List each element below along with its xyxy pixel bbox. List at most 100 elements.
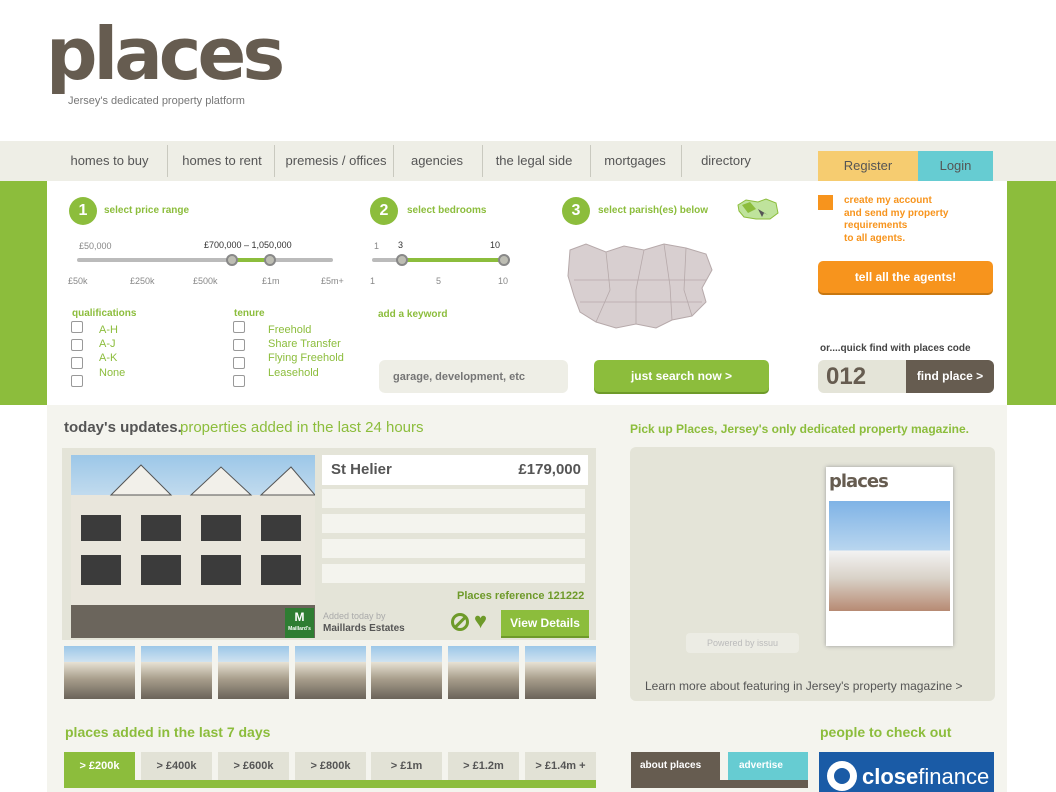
qualification-checkbox[interactable] bbox=[71, 321, 83, 333]
week-title: places added in the last 7 days bbox=[65, 724, 271, 740]
hide-icon[interactable] bbox=[451, 613, 469, 631]
nav-agencies[interactable]: agencies bbox=[400, 141, 474, 181]
favourite-heart-icon[interactable]: ♥ bbox=[474, 609, 487, 633]
price-tick: £500k bbox=[193, 276, 218, 286]
price-tick: £1m bbox=[262, 276, 280, 286]
step-2-badge: 2 bbox=[370, 197, 398, 225]
mini-map-icon[interactable] bbox=[736, 197, 780, 223]
step-2-label: select bedrooms bbox=[407, 205, 487, 216]
login-button[interactable]: Login bbox=[918, 151, 993, 181]
closefinance-word-close: close bbox=[862, 764, 919, 789]
people-title: people to check out bbox=[820, 724, 952, 740]
property-thumbnail[interactable] bbox=[295, 646, 366, 699]
agents-text-line: requirements bbox=[844, 220, 908, 231]
price-slider-track[interactable] bbox=[77, 258, 333, 262]
qualification-label: A-H bbox=[99, 324, 118, 336]
nav-directory[interactable]: directory bbox=[690, 141, 762, 181]
places-reference: Places reference 121222 bbox=[457, 590, 585, 602]
property-thumbnail[interactable] bbox=[218, 646, 289, 699]
agent-logo-text: Maillard's bbox=[288, 626, 311, 632]
nav-divider bbox=[274, 145, 275, 177]
featured-property-photo[interactable] bbox=[71, 455, 317, 638]
price-tab-200k[interactable]: > £200k bbox=[64, 752, 135, 780]
price-tab-800k[interactable]: > £800k bbox=[295, 752, 366, 780]
property-detail-row bbox=[322, 539, 585, 558]
advertise-tab[interactable]: advertise bbox=[728, 752, 808, 780]
price-tick: £50k bbox=[68, 276, 88, 286]
price-tab-1m[interactable]: > £1m bbox=[371, 752, 442, 780]
magazine-learn-more-link[interactable]: Learn more about featuring in Jersey's p… bbox=[645, 679, 962, 693]
agents-checkbox[interactable] bbox=[818, 195, 833, 210]
nav-divider bbox=[590, 145, 591, 177]
property-thumbnail[interactable] bbox=[64, 646, 135, 699]
price-tick: £250k bbox=[130, 276, 155, 286]
quickfind-label: or....quick find with places code bbox=[820, 343, 971, 354]
updates-subtitle: properties added in the last 24 hours bbox=[180, 419, 424, 436]
tenure-label: Flying Freehold bbox=[268, 352, 344, 364]
closefinance-banner[interactable]: closefinance bbox=[819, 752, 994, 792]
nav-divider bbox=[167, 145, 168, 177]
bedrooms-low-value: 3 bbox=[398, 240, 404, 250]
property-thumbnail[interactable] bbox=[371, 646, 442, 699]
step-3-label: select parish(es) below bbox=[598, 205, 709, 216]
tenure-checkbox[interactable] bbox=[233, 357, 245, 369]
view-details-button[interactable]: View Details bbox=[501, 610, 589, 636]
price-tabs-underline bbox=[64, 780, 596, 788]
updates-title: today's updates. bbox=[64, 419, 182, 436]
just-search-now-button[interactable]: just search now > bbox=[594, 360, 769, 392]
step-1-badge: 1 bbox=[69, 197, 97, 225]
agent-logo[interactable]: M Maillard's bbox=[285, 608, 314, 638]
bedrooms-tick: 5 bbox=[436, 276, 442, 286]
price-tab-600k[interactable]: > £600k bbox=[218, 752, 289, 780]
tenure-title: tenure bbox=[234, 308, 265, 319]
qualification-checkbox[interactable] bbox=[71, 357, 83, 369]
bedrooms-tick: 1 bbox=[370, 276, 376, 286]
property-detail-row bbox=[322, 514, 585, 533]
find-place-button[interactable]: find place > bbox=[906, 360, 994, 393]
magazine-cover[interactable]: places bbox=[826, 467, 953, 646]
agents-text-line: create my account bbox=[844, 195, 932, 206]
places-code-input[interactable]: 012 bbox=[826, 363, 866, 391]
property-location: St Helier bbox=[331, 461, 392, 478]
tenure-checkbox[interactable] bbox=[233, 375, 245, 387]
bedrooms-slider-max-handle[interactable] bbox=[498, 254, 510, 266]
tagline: Jersey's dedicated property platform bbox=[68, 95, 245, 107]
tenure-label: Leasehold bbox=[268, 367, 319, 379]
closefinance-wordmark: closefinance bbox=[862, 764, 989, 790]
bedrooms-slider-min-handle[interactable] bbox=[396, 254, 408, 266]
nav-premises-offices[interactable]: premesis / offices bbox=[278, 141, 394, 181]
tell-all-agents-button[interactable]: tell all the agents! bbox=[818, 261, 993, 293]
property-thumbnail[interactable] bbox=[525, 646, 596, 699]
nav-divider bbox=[482, 145, 483, 177]
magazine-cover-photo bbox=[829, 501, 950, 611]
left-gutter bbox=[0, 405, 47, 792]
tenure-checkbox[interactable] bbox=[233, 339, 245, 351]
property-detail-row bbox=[322, 564, 585, 583]
price-tab-1-2m[interactable]: > £1.2m bbox=[448, 752, 519, 780]
register-button[interactable]: Register bbox=[818, 151, 918, 181]
about-places-tab[interactable]: about places bbox=[631, 752, 720, 780]
property-thumbnail[interactable] bbox=[141, 646, 212, 699]
nav-homes-to-rent[interactable]: homes to rent bbox=[174, 141, 270, 181]
agents-text-line: to all agents. bbox=[844, 232, 906, 244]
closefinance-logo-inner bbox=[834, 768, 850, 784]
parish-map[interactable] bbox=[566, 240, 716, 332]
step-3-badge: 3 bbox=[562, 197, 590, 225]
qualification-checkbox[interactable] bbox=[71, 375, 83, 387]
nav-legal-side[interactable]: the legal side bbox=[488, 141, 580, 181]
keyword-input[interactable] bbox=[379, 360, 568, 393]
places-logo[interactable]: places bbox=[46, 18, 285, 90]
qualification-checkbox[interactable] bbox=[71, 339, 83, 351]
agents-text-line: and send my property bbox=[844, 207, 949, 219]
nav-homes-to-buy[interactable]: homes to buy bbox=[62, 141, 157, 181]
keyword-label: add a keyword bbox=[378, 309, 448, 320]
property-thumbnail[interactable] bbox=[448, 646, 519, 699]
price-tab-400k[interactable]: > £400k bbox=[141, 752, 212, 780]
price-tab-1-4m[interactable]: > £1.4m + bbox=[525, 752, 596, 780]
powered-by-issuu[interactable]: Powered by issuu bbox=[686, 633, 799, 653]
agent-name[interactable]: Maillards Estates bbox=[323, 623, 405, 634]
tenure-checkbox[interactable] bbox=[233, 321, 245, 333]
nav-mortgages[interactable]: mortgages bbox=[596, 141, 674, 181]
price-slider-max-handle[interactable] bbox=[264, 254, 276, 266]
price-slider-min-handle[interactable] bbox=[226, 254, 238, 266]
